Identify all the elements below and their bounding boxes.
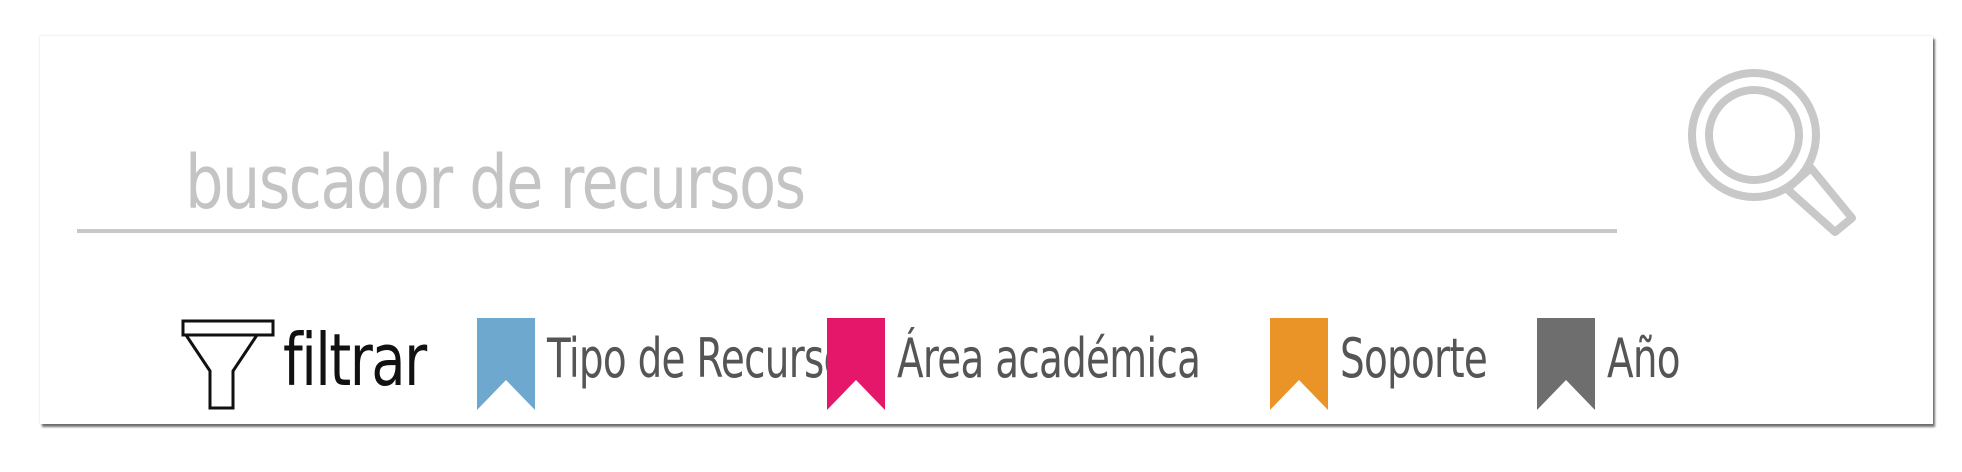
chip-ano[interactable]: Año (1537, 318, 1707, 414)
chip-label: Soporte (1340, 327, 1488, 390)
filter-label: filtrar (283, 318, 427, 402)
chip-soporte[interactable]: Soporte (1270, 318, 1500, 414)
bookmark-icon (477, 318, 535, 410)
bookmark-icon (827, 318, 885, 410)
search-underline (77, 229, 1617, 233)
search-button[interactable] (1660, 48, 1870, 258)
chip-label: Tipo de Recurso (547, 327, 847, 390)
chip-tipo-de-recurso[interactable]: Tipo de Recurso (477, 318, 847, 414)
chip-label: Año (1607, 327, 1681, 390)
search-icon (1688, 69, 1856, 236)
chip-label: Área académica (897, 327, 1201, 390)
chip-area-academica[interactable]: Área académica (827, 318, 1201, 414)
bookmark-icon (1537, 318, 1595, 410)
bookmark-icon (1270, 318, 1328, 410)
search-panel: filtrar Tipo de Recurso Área académica S… (40, 36, 1933, 424)
filter-bar: filtrar Tipo de Recurso Área académica S… (180, 306, 1920, 416)
funnel-icon (181, 319, 275, 410)
